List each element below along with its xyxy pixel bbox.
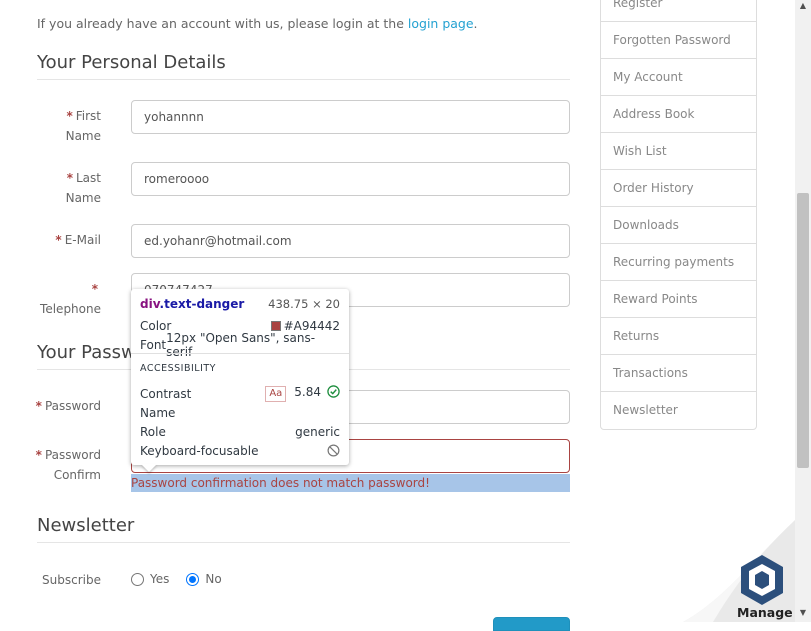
- lastname-input[interactable]: [131, 162, 570, 196]
- not-allowed-icon: [327, 444, 340, 457]
- sidebar-item-my-account[interactable]: My Account: [601, 59, 756, 96]
- lastname-label: * Last Name: [65, 171, 101, 205]
- personal-details-heading: Your Personal Details: [37, 52, 570, 80]
- scroll-up-arrow-icon[interactable]: ▲: [797, 1, 809, 11]
- confirm-label: * Password Confirm: [35, 448, 101, 482]
- sidebar-item-returns[interactable]: Returns: [601, 318, 756, 355]
- firstname-label: * First Name: [65, 109, 101, 143]
- firstname-input[interactable]: [131, 100, 570, 134]
- sidebar-item-reward-points[interactable]: Reward Points: [601, 281, 756, 318]
- required-mark: *: [66, 109, 73, 123]
- inspector-font-row: Font 12px "Open Sans", sans-serif: [140, 330, 316, 359]
- login-intro: If you already have an account with us, …: [37, 16, 478, 31]
- inspector-contrast-row: Contrast Aa 5.84: [140, 384, 340, 403]
- login-intro-suffix: .: [473, 16, 478, 31]
- telephone-label: * Telephone: [40, 282, 101, 316]
- password-label: * Password: [35, 399, 101, 413]
- email-label: * E-Mail: [55, 233, 101, 247]
- inspector-header: div.text-danger 438.75 × 20: [140, 294, 340, 313]
- confirm-error-message: Password confirmation does not match pas…: [131, 474, 570, 492]
- account-sidebar: Register Forgotten Password My Account Addr…: [600, 0, 757, 430]
- login-page-link[interactable]: login page: [408, 16, 474, 31]
- sidebar-item-register[interactable]: Register: [601, 0, 756, 22]
- sidebar-item-downloads[interactable]: Downloads: [601, 207, 756, 244]
- newsletter-heading: Newsletter: [37, 515, 570, 543]
- required-mark: *: [91, 282, 98, 296]
- subscribe-no-radio[interactable]: [186, 572, 200, 586]
- inspector-dimensions: 438.75 × 20: [268, 296, 340, 311]
- sidebar-item-order-history[interactable]: Order History: [601, 170, 756, 207]
- subscribe-yes-label[interactable]: Yes: [150, 572, 169, 586]
- sidebar-item-newsletter[interactable]: Newsletter: [601, 392, 756, 429]
- sidebar-item-forgotten-password[interactable]: Forgotten Password: [601, 22, 756, 59]
- sidebar-item-recurring-payments[interactable]: Recurring payments: [601, 244, 756, 281]
- inspector-class: .text-danger: [159, 296, 245, 311]
- sidebar-item-wish-list[interactable]: Wish List: [601, 133, 756, 170]
- sidebar-item-address-book[interactable]: Address Book: [601, 96, 756, 133]
- required-mark: *: [66, 171, 73, 185]
- inspector-divider: [131, 353, 349, 354]
- check-circle-icon: [327, 385, 340, 398]
- inspector-focus-row: Keyboard-focusable: [140, 441, 340, 460]
- continue-button[interactable]: [493, 617, 570, 631]
- contrast-aa-badge: Aa: [265, 386, 287, 402]
- required-mark: *: [35, 399, 42, 413]
- subscribe-label: Subscribe: [42, 573, 101, 587]
- inspector-tag: div: [140, 296, 160, 311]
- required-mark: *: [35, 448, 42, 462]
- inspector-accessibility-heading: ACCESSIBILITY: [140, 363, 216, 374]
- inspector-tooltip-arrow: [141, 464, 157, 472]
- inspector-name-row: Name: [140, 405, 176, 420]
- subscribe-options: Yes No: [131, 572, 222, 586]
- manage-label[interactable]: Manage: [737, 605, 793, 620]
- scroll-down-arrow-icon[interactable]: ▼: [797, 608, 809, 618]
- inspector-tooltip: div.text-danger 438.75 × 20 Color #A9444…: [131, 289, 349, 465]
- login-intro-text: If you already have an account with us, …: [37, 16, 408, 31]
- color-swatch-icon: [270, 320, 281, 331]
- sidebar-item-transactions[interactable]: Transactions: [601, 355, 756, 392]
- subscribe-no-label[interactable]: No: [205, 572, 221, 586]
- inspector-role-row: Role generic: [140, 424, 340, 439]
- email-input[interactable]: [131, 224, 570, 258]
- subscribe-yes-radio[interactable]: [131, 572, 144, 586]
- required-mark: *: [55, 233, 62, 247]
- scrollbar-thumb[interactable]: [797, 193, 809, 468]
